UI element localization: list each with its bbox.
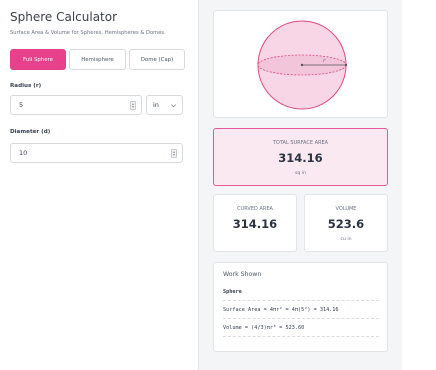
- volume-label: VOLUME: [335, 206, 357, 212]
- tab-dome-cap[interactable]: Dome (Cap): [129, 49, 185, 70]
- diameter-stepper[interactable]: [171, 149, 177, 158]
- work-divider: [223, 318, 379, 319]
- tab-full-sphere[interactable]: Full Sphere: [10, 49, 66, 70]
- curved-area-card: CURVED AREA 314.16: [213, 194, 297, 252]
- work-divider: [223, 300, 379, 301]
- shape-tabs: Full Sphere Hemisphere Dome (Cap): [10, 49, 185, 70]
- page-margin: [402, 0, 436, 370]
- diameter-input[interactable]: 10: [10, 143, 183, 163]
- curved-area-label: CURVED AREA: [237, 206, 273, 212]
- total-surface-area-value: 314.16: [278, 151, 323, 165]
- diameter-label: Diameter (d): [10, 129, 51, 135]
- total-surface-area-card: TOTAL SURFACE AREA 314.16 sq in: [213, 128, 388, 186]
- work-shape-heading: Sphere: [223, 289, 242, 295]
- unit-value: in: [153, 101, 159, 109]
- tab-hemisphere[interactable]: Hemisphere: [69, 49, 126, 70]
- work-surface-area-line: Surface Area = 4πr² = 4π(5²) = 314.16: [223, 307, 339, 313]
- radius-input[interactable]: 5: [10, 95, 142, 115]
- radius-label: Radius (r): [10, 83, 42, 89]
- page-subtitle: Surface Area & Volume for Spheres, Hemis…: [10, 30, 166, 36]
- curved-area-value: 314.16: [232, 217, 278, 231]
- results-panel: r TOTAL SURFACE AREA 314.16 sq in CURVED…: [198, 0, 402, 370]
- edge-point: [344, 63, 348, 67]
- sphere-diagram-card: r: [213, 10, 388, 118]
- input-panel: Sphere Calculator Surface Area & Volume …: [0, 0, 198, 370]
- volume-unit: cu in: [340, 237, 352, 242]
- total-surface-area-label: TOTAL SURFACE AREA: [272, 140, 329, 146]
- unit-select[interactable]: in: [146, 95, 183, 115]
- radius-stepper[interactable]: [130, 101, 136, 110]
- work-volume-line: Volume = (4/3)πr³ = 523.60: [223, 325, 305, 331]
- chevron-down-icon: [171, 104, 176, 108]
- diameter-value: 10: [19, 149, 28, 157]
- total-surface-area-unit: sq in: [295, 171, 306, 176]
- work-shown-card: Work Shown Sphere Surface Area = 4πr² = …: [213, 262, 388, 352]
- sphere-diagram: r: [257, 20, 348, 110]
- page-title: Sphere Calculator: [10, 10, 118, 24]
- center-point: [300, 63, 304, 67]
- work-divider: [223, 336, 379, 337]
- radius-value: 5: [19, 101, 24, 109]
- volume-card: VOLUME 523.6 cu in: [304, 194, 388, 252]
- work-shown-title: Work Shown: [223, 271, 262, 278]
- volume-value: 523.6: [327, 217, 365, 231]
